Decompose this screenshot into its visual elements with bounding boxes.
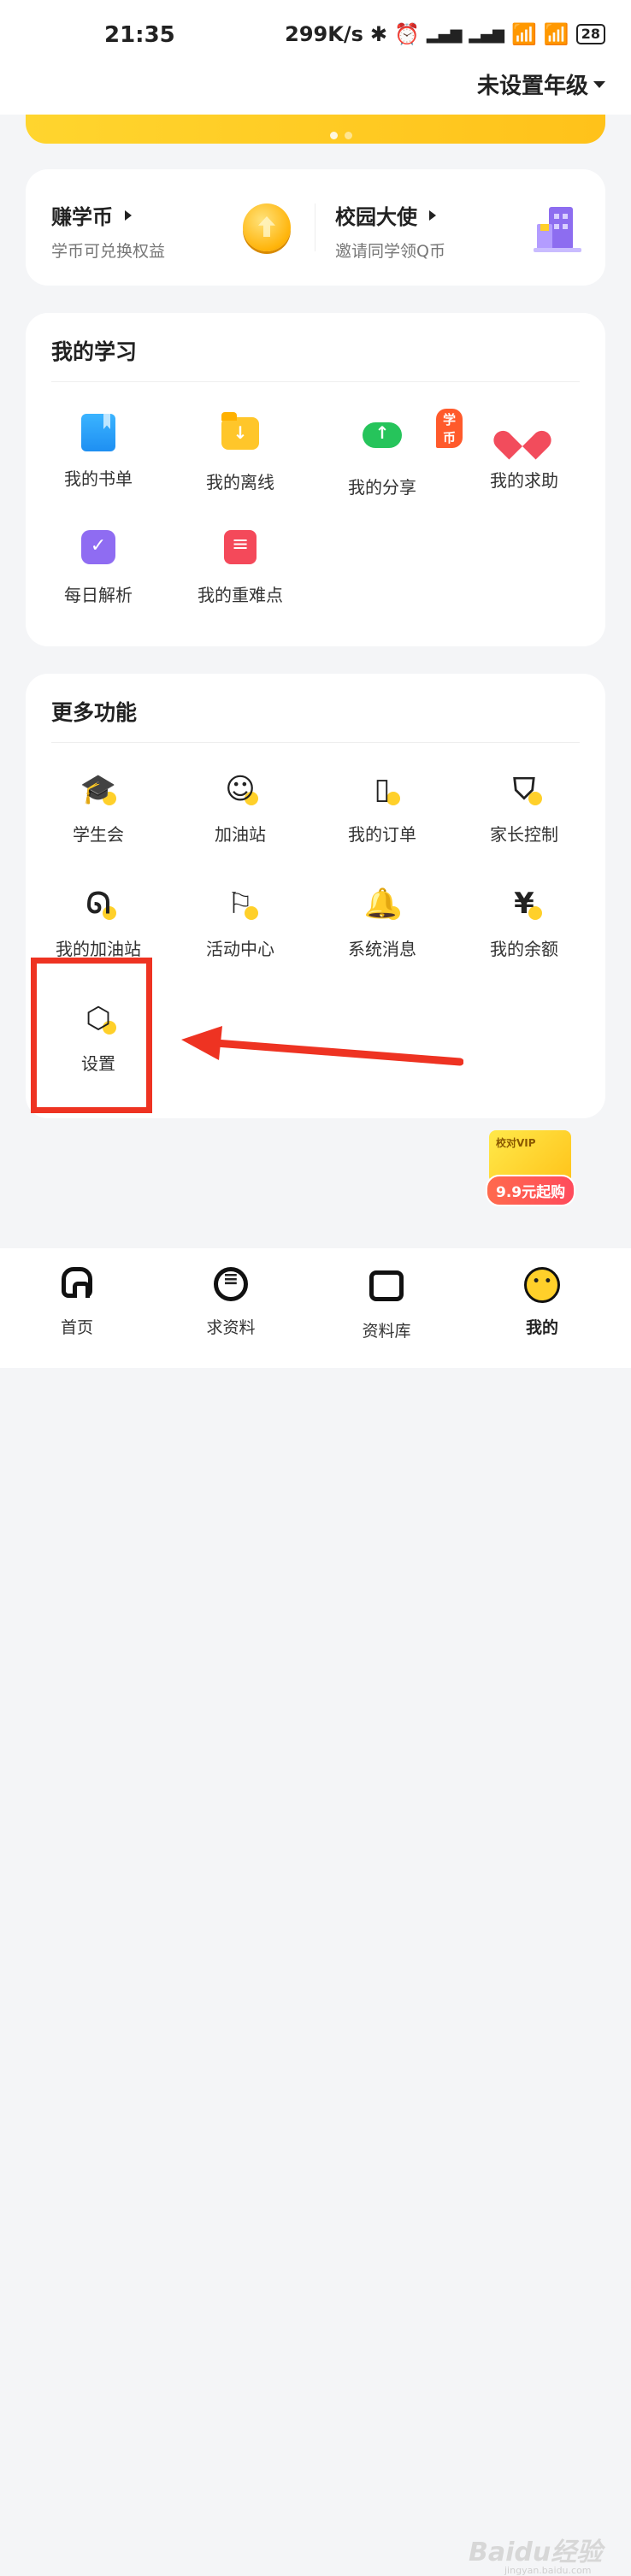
grid-item-key-points[interactable]: 我的重难点 [168,528,313,606]
wifi-icon: 📶 [510,22,537,46]
grid-label: 加油站 [215,824,266,845]
grid-label: 学生会 [73,824,124,845]
grid-item-daily-analysis[interactable]: 每日解析 [26,528,171,606]
avatar-icon [524,1267,560,1303]
section-title: 更多功能 [51,700,138,725]
tab-label: 我的 [525,1318,558,1337]
status-bar: 21:35 299K/s ✱ ⏰ ▂▄▆ ▂▄▆ 📶 📶 28 [0,0,631,68]
cloud-upload-icon [363,422,402,448]
graduation-cap-icon: 🎓 [80,772,117,806]
grid-item-my-fuel-station[interactable]: ᘏ 我的加油站 [26,884,171,960]
carousel-indicator [330,132,352,139]
book-icon [81,414,115,451]
grid-label: 我的书单 [64,469,133,489]
heart-icon [507,416,541,450]
signal-icon-2: ▂▄▆ [469,25,504,44]
battery-icon: 28 [575,24,605,44]
tab-me[interactable]: 我的 [491,1267,593,1338]
status-time: 21:35 [104,22,175,48]
bell-icon: 🔔 [363,887,401,921]
flag-icon: ⚐ [227,887,254,921]
chat-icon [214,1267,248,1301]
tab-label: 首页 [60,1318,93,1337]
home-icon [62,1267,92,1298]
wifi-icon-2: 📶 [543,22,569,46]
divider [51,742,580,743]
grid-item-student-union[interactable]: 🎓 学生会 [26,769,171,846]
grid-item-fuel-station[interactable]: ☺ 加油站 [168,769,313,846]
vip-price: 9.9元起购 [486,1175,576,1206]
watermark: Baidu经验 [469,2538,603,2567]
grid-label: 活动中心 [206,939,274,959]
grid-item-help[interactable]: 我的求助 [451,414,597,492]
carousel-dot [345,132,352,139]
my-study-card: 我的学习 我的书单 我的离线 学币 我的分享 我的求助 每日解析 我的重难点 [26,313,605,646]
vip-promo[interactable]: 校对VIP 9.9元起购 [486,1130,581,1206]
grid-label: 家长控制 [490,824,558,845]
tab-label: 求资料 [206,1318,256,1337]
grid-item-share[interactable]: 学币 我的分享 [310,409,463,498]
folder-icon [369,1270,404,1301]
highlight-box [31,958,152,1113]
play-arrow-icon [429,209,436,221]
yen-icon: ¥ [514,887,534,921]
section-title: 我的学习 [51,339,138,364]
grid-item-book-list[interactable]: 我的书单 [26,414,171,490]
play-arrow-icon [125,209,132,221]
grid-label: 我的重难点 [198,585,283,605]
coin-icon [243,203,291,251]
bottom-tab-bar: 首页 求资料 资料库 我的 Baidu经验 jingyan.baidu.com [0,1248,631,2576]
shield-icon: ⛉ [513,772,535,806]
grid-label: 每日解析 [64,585,133,605]
grid-label: 我的订单 [348,824,416,845]
promo-subtitle: 邀请同学领Q币 [335,242,445,261]
watermark-url: jingyan.baidu.com [504,2565,592,2576]
grid-label: 我的求助 [490,470,558,491]
bookmark-icon [224,530,257,564]
muscle-icon: ᘏ [86,887,111,921]
promo-title: 校园大使 [335,205,417,229]
vip-tag: 校对VIP [496,1137,536,1149]
grid-item-activity-center[interactable]: ⚐ 活动中心 [168,884,313,960]
grid-label: 我的余额 [490,939,558,959]
grid-item-orders[interactable]: ▯ 我的订单 [310,769,455,846]
tab-request-materials[interactable]: 求资料 [180,1267,282,1338]
download-folder-icon [221,412,259,450]
network-speed: 299K/s [285,22,363,46]
signal-icon: ▂▄▆ [426,25,463,44]
earn-coins-promo[interactable]: 赚学币 学币可兑换权益 [51,200,165,262]
tab-home[interactable]: 首页 [26,1267,128,1338]
grade-label: 未设置年级 [476,74,588,99]
building-icon [534,207,581,252]
check-icon [81,530,115,564]
divider [51,381,580,382]
campus-ambassador-promo[interactable]: 校园大使 邀请同学领Q币 [335,200,445,262]
grid-item-offline[interactable]: 我的离线 [168,412,313,493]
grid-item-system-messages[interactable]: 🔔 系统消息 [310,884,455,960]
bluetooth-icon: ✱ [369,22,387,46]
tab-label: 资料库 [362,1322,411,1341]
grid-label: 我的离线 [206,472,274,492]
grid-label: 系统消息 [348,939,416,959]
grid-label: 我的加油站 [56,939,141,959]
grid-label: 我的分享 [348,477,416,498]
face-icon: ☺ [225,772,256,806]
status-icons: 299K/s ✱ ⏰ ▂▄▆ ▂▄▆ 📶 📶 28 [285,22,605,46]
grade-selector[interactable]: 未设置年级 [477,68,605,100]
annotation-arrow [181,1026,463,1066]
caret-down-icon [593,80,605,88]
alarm-icon: ⏰ [394,22,420,46]
promo-subtitle: 学币可兑换权益 [51,242,166,261]
carousel-dot [330,132,338,139]
promo-title: 赚学币 [51,205,113,229]
grid-item-parental-control[interactable]: ⛉ 家长控制 [451,769,597,846]
clipboard-icon: ▯ [374,772,391,806]
grid-item-balance[interactable]: ¥ 我的余额 [451,884,597,960]
promo-card: 赚学币 学币可兑换权益 校园大使 邀请同学领Q币 [26,169,605,286]
header: 未设置年级 [0,68,631,115]
divider [315,203,316,251]
tab-library[interactable]: 资料库 [335,1267,438,1341]
